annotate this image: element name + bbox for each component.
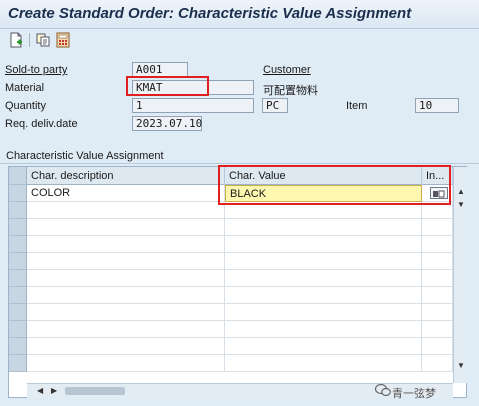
row-selector[interactable] bbox=[9, 236, 27, 253]
scroll-thumb[interactable] bbox=[65, 387, 125, 395]
empty-cell[interactable] bbox=[225, 253, 422, 270]
req-deliv-date-label: Req. deliv.date bbox=[5, 118, 78, 130]
quantity-field[interactable]: 1 bbox=[132, 98, 254, 113]
row-selector[interactable] bbox=[9, 202, 27, 219]
empty-cell[interactable] bbox=[422, 253, 453, 270]
wechat-logo-icon bbox=[374, 383, 391, 397]
calculate-icon[interactable] bbox=[55, 32, 71, 48]
item-field[interactable]: 10 bbox=[415, 98, 459, 113]
copy-icon[interactable] bbox=[35, 32, 51, 48]
empty-cell[interactable] bbox=[225, 355, 422, 372]
row-selector[interactable] bbox=[9, 270, 27, 287]
empty-cell[interactable] bbox=[27, 287, 225, 304]
section-divider bbox=[0, 163, 479, 164]
empty-cell[interactable] bbox=[422, 270, 453, 287]
scroll-right-icon[interactable]: ▶ bbox=[51, 386, 57, 396]
empty-cell[interactable] bbox=[27, 219, 225, 236]
empty-cell[interactable] bbox=[27, 304, 225, 321]
watermark-text: 青一弦梦 bbox=[392, 388, 436, 400]
sold-to-party-label: Sold-to party bbox=[5, 64, 68, 76]
empty-cell[interactable] bbox=[422, 219, 453, 236]
select-all-cell[interactable] bbox=[9, 167, 27, 185]
empty-cell[interactable] bbox=[422, 304, 453, 321]
create-item-icon[interactable] bbox=[8, 32, 24, 48]
empty-cell[interactable] bbox=[422, 338, 453, 355]
column-header-in[interactable]: In... bbox=[422, 167, 453, 185]
empty-cell[interactable] bbox=[422, 355, 453, 372]
window-title: Create Standard Order: Characteristic Va… bbox=[8, 5, 412, 22]
row-selector[interactable] bbox=[9, 338, 27, 355]
material-description: 可配置物料 bbox=[263, 85, 318, 97]
application-toolbar bbox=[0, 29, 479, 52]
empty-cell[interactable] bbox=[422, 287, 453, 304]
empty-cell[interactable] bbox=[225, 236, 422, 253]
material-label: Material bbox=[5, 82, 45, 94]
empty-cell[interactable] bbox=[27, 202, 225, 219]
empty-cell[interactable] bbox=[27, 270, 225, 287]
row-selector[interactable] bbox=[9, 321, 27, 338]
empty-cell[interactable] bbox=[225, 304, 422, 321]
row-selector[interactable] bbox=[9, 355, 27, 372]
characteristic-table: Char. description Char. Value In... COLO… bbox=[8, 165, 467, 398]
column-header-description[interactable]: Char. description bbox=[27, 167, 225, 185]
empty-cell[interactable] bbox=[27, 236, 225, 253]
scroll-up-icon[interactable]: ▲ bbox=[457, 187, 465, 197]
unit-field[interactable]: PC bbox=[262, 98, 288, 113]
empty-cell[interactable] bbox=[422, 202, 453, 219]
scroll-down-end-icon[interactable]: ▼ bbox=[457, 361, 465, 371]
quantity-label: Quantity bbox=[5, 100, 46, 112]
empty-cell[interactable] bbox=[27, 253, 225, 270]
empty-cell[interactable] bbox=[225, 321, 422, 338]
empty-cell[interactable] bbox=[27, 321, 225, 338]
value-help-icon[interactable] bbox=[430, 187, 448, 199]
row-selector[interactable] bbox=[9, 287, 27, 304]
sold-to-party-name: Customer bbox=[263, 64, 311, 76]
empty-cell[interactable] bbox=[422, 236, 453, 253]
empty-cell[interactable] bbox=[225, 202, 422, 219]
title-bar: Create Standard Order: Characteristic Va… bbox=[0, 0, 479, 29]
item-label: Item bbox=[346, 100, 368, 112]
toolbar-separator bbox=[29, 33, 30, 47]
row-1-description: COLOR bbox=[27, 185, 225, 202]
row-selector[interactable] bbox=[9, 219, 27, 236]
req-deliv-date-field[interactable]: 2023.07.10 bbox=[132, 116, 202, 131]
scroll-left-icon[interactable]: ◀ bbox=[37, 386, 43, 396]
column-header-value[interactable]: Char. Value bbox=[225, 167, 422, 185]
empty-cell[interactable] bbox=[422, 321, 453, 338]
row-selector[interactable] bbox=[9, 253, 27, 270]
scroll-down-icon[interactable]: ▼ bbox=[457, 200, 465, 210]
empty-cell[interactable] bbox=[225, 219, 422, 236]
row-1-value-input[interactable]: BLACK bbox=[225, 185, 422, 202]
empty-cell[interactable] bbox=[225, 270, 422, 287]
sold-to-party-field[interactable]: A001 bbox=[132, 62, 188, 77]
material-field[interactable]: KMAT bbox=[132, 80, 254, 95]
row-1-selector[interactable] bbox=[9, 185, 27, 202]
table-header: Char. description Char. Value In... bbox=[9, 167, 453, 185]
empty-cell[interactable] bbox=[225, 338, 422, 355]
empty-cell[interactable] bbox=[27, 355, 225, 372]
empty-cell[interactable] bbox=[225, 287, 422, 304]
row-selector[interactable] bbox=[9, 304, 27, 321]
row-1-in-cell[interactable] bbox=[422, 185, 453, 202]
vertical-scrollbar[interactable]: ▲ ▼ ▼ bbox=[453, 167, 467, 383]
section-title: Characteristic Value Assignment bbox=[6, 150, 164, 162]
empty-cell[interactable] bbox=[27, 338, 225, 355]
